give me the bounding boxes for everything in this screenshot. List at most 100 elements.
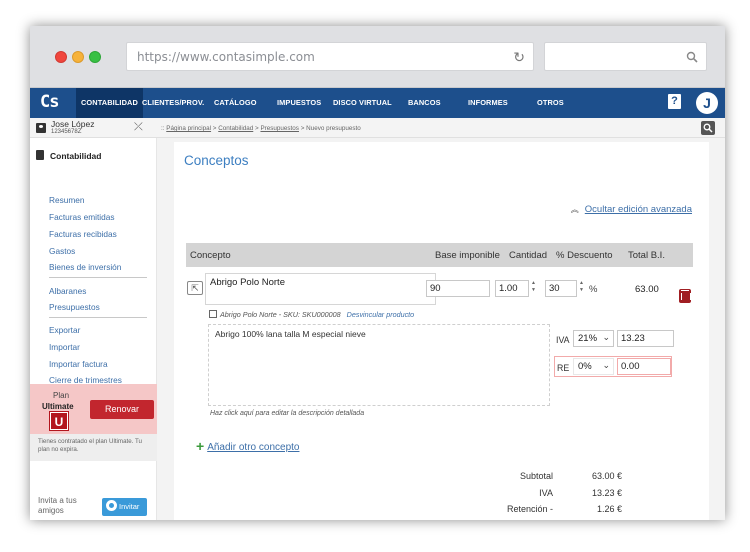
nav-clientes[interactable]: CLIENTES/PROV. <box>142 88 204 118</box>
sidebar-divider <box>49 277 147 278</box>
user-name[interactable]: Jose López <box>51 119 94 129</box>
plan-name: Ultimate <box>42 402 74 411</box>
invite-button[interactable]: Invitar <box>102 498 147 516</box>
browser-search-input[interactable] <box>544 42 707 71</box>
breadcrumb-presupuestos[interactable]: Presupuestos <box>260 125 299 132</box>
discount-input[interactable]: 30 <box>545 280 577 297</box>
sidebar-divider <box>49 317 147 318</box>
quantity-stepper[interactable]: ▲ ▼ <box>529 280 538 297</box>
re-amount-input[interactable]: 0.00 <box>617 358 671 375</box>
invite-text-line1: Invita a tus <box>38 496 77 505</box>
iva-total-value: 13.23 € <box>591 488 622 498</box>
description-editor[interactable]: Abrigo 100% lana talla M especial nieve <box>208 324 550 406</box>
sidebar-item-albaranes[interactable]: Albaranes <box>49 286 86 296</box>
quantity-input[interactable]: 1.00 <box>495 280 529 297</box>
app-search-button[interactable] <box>701 121 715 135</box>
sidebar-item-presupuestos[interactable]: Presupuestos <box>49 302 100 312</box>
nav-contabilidad[interactable]: CONTABILIDAD <box>76 88 143 118</box>
main-navigation: Cs CONTABILIDAD CLIENTES/PROV. CATÁLOGO … <box>30 88 725 118</box>
add-concept-link[interactable]: + Añadir otro concepto <box>196 438 299 454</box>
discount-stepper[interactable]: ▲ ▼ <box>577 280 586 297</box>
nav-otros[interactable]: OTROS <box>537 88 564 118</box>
reload-icon[interactable]: ↻ <box>513 49 525 66</box>
globe-icon <box>106 500 117 511</box>
column-concepto: Concepto <box>190 250 231 261</box>
user-nif: 12345678Z <box>51 129 82 135</box>
iva-rate-select[interactable]: 21% ⌄ <box>573 330 614 347</box>
column-base-imponible: Base imponible <box>435 250 500 261</box>
chevron-up-icon: ︽ <box>570 205 579 214</box>
close-window-button[interactable] <box>55 51 67 63</box>
column-descuento: % Descuento <box>556 250 613 261</box>
maximize-window-button[interactable] <box>89 51 101 63</box>
breadcrumb-current: Nuevo presupuesto <box>306 125 361 132</box>
search-icon <box>686 51 698 63</box>
toggle-advanced-label: Ocultar edición avanzada <box>584 204 692 215</box>
minimize-window-button[interactable] <box>72 51 84 63</box>
plan-badge-icon: U <box>49 411 69 431</box>
collapse-sidebar-icon[interactable]: ⤫ <box>134 121 143 134</box>
sidebar-item-importar[interactable]: Importar <box>49 342 80 352</box>
address-bar[interactable]: https://www.contasimple.com ↻ <box>126 42 534 71</box>
sidebar-item-bienes-inversion[interactable]: Bienes de inversión <box>49 262 121 272</box>
re-rate-value: 0% <box>578 361 592 372</box>
retencion-value: 1.26 € <box>596 504 622 514</box>
renew-button[interactable]: Renovar <box>90 400 154 419</box>
sub-header: Jose López 12345678Z ⤫ :: Página princip… <box>30 118 725 138</box>
sidebar-item-gastos[interactable]: Gastos <box>49 246 75 256</box>
iva-rate-value: 21% <box>578 333 598 344</box>
re-label: RE <box>557 363 570 373</box>
document-icon <box>36 150 44 160</box>
nav-catalogo[interactable]: CATÁLOGO <box>214 88 257 118</box>
column-cantidad: Cantidad <box>509 250 548 261</box>
concept-input[interactable]: Abrigo Polo Norte <box>205 273 436 305</box>
page-title: Conceptos <box>184 153 249 168</box>
iva-amount-input[interactable]: 13.23 <box>617 330 674 347</box>
breadcrumb-home[interactable]: Página principal <box>166 125 211 132</box>
column-total-bi: Total B.I. <box>628 250 665 261</box>
product-link-info: Abrigo Polo Norte - SKU: SKU000008 Desvin… <box>209 310 414 319</box>
sku-text: Abrigo Polo Norte - SKU: SKU000008 <box>220 310 341 319</box>
user-avatar[interactable]: J <box>696 92 718 114</box>
unlink-product-link[interactable]: Desvincular producto <box>347 310 415 319</box>
subtotal-value: 63.00 € <box>591 471 622 481</box>
sidebar-heading-label: Contabilidad <box>50 151 102 161</box>
nav-informes[interactable]: INFORMES <box>468 88 508 118</box>
description-hint: Haz click aquí para editar la descripció… <box>210 410 365 417</box>
breadcrumb: :: Página principal > Contabilidad > Pre… <box>161 125 361 132</box>
sidebar-item-resumen[interactable]: Resumen <box>49 195 85 205</box>
percent-sign: % <box>589 284 598 295</box>
re-rate-select[interactable]: 0% ⌄ <box>573 358 614 375</box>
line-total: 63.00 <box>635 284 659 295</box>
delete-line-icon[interactable] <box>679 289 691 303</box>
product-icon <box>209 310 217 318</box>
contasimple-logo[interactable]: Cs <box>40 92 66 114</box>
sidebar-item-facturas-emitidas[interactable]: Facturas emitidas <box>49 212 114 222</box>
nav-disco-virtual[interactable]: DISCO VIRTUAL <box>333 88 392 118</box>
nav-bancos[interactable]: BANCOS <box>408 88 441 118</box>
sidebar-item-importar-factura[interactable]: Importar factura <box>49 359 108 369</box>
invite-text: Invita a tus amigos <box>38 496 77 516</box>
retencion-label: Retención - <box>506 504 553 514</box>
invite-text-line2: amigos <box>38 506 64 515</box>
breadcrumb-contabilidad[interactable]: Contabilidad <box>218 125 253 132</box>
user-card-icon <box>36 123 46 133</box>
select-product-icon[interactable]: ⇱ <box>187 281 203 295</box>
toggle-advanced-link[interactable]: ︽ Ocultar edición avanzada <box>571 204 692 215</box>
sidebar-item-facturas-recibidas[interactable]: Facturas recibidas <box>49 229 117 239</box>
plus-icon: + <box>196 438 205 454</box>
iva-total-label: IVA <box>539 488 553 498</box>
base-imponible-input[interactable]: 90 <box>426 280 490 297</box>
plan-note: Tienes contratado el plan Ultimate. Tu p… <box>30 434 157 461</box>
url-text: https://www.contasimple.com <box>137 50 315 64</box>
help-icon[interactable]: ? <box>668 94 681 109</box>
plan-label: Plan <box>53 391 70 400</box>
sidebar-item-exportar[interactable]: Exportar <box>49 325 80 335</box>
chevron-down-icon: ⌄ <box>602 332 610 342</box>
chevron-down-icon: ⌄ <box>602 360 610 370</box>
browser-toolbar: https://www.contasimple.com ↻ <box>30 26 725 88</box>
add-concept-label: Añadir otro concepto <box>207 442 300 453</box>
browser-window: https://www.contasimple.com ↻ Cs CONTABI… <box>30 26 725 520</box>
nav-impuestos[interactable]: IMPUESTOS <box>277 88 321 118</box>
sidebar-heading: Contabilidad <box>36 150 101 161</box>
